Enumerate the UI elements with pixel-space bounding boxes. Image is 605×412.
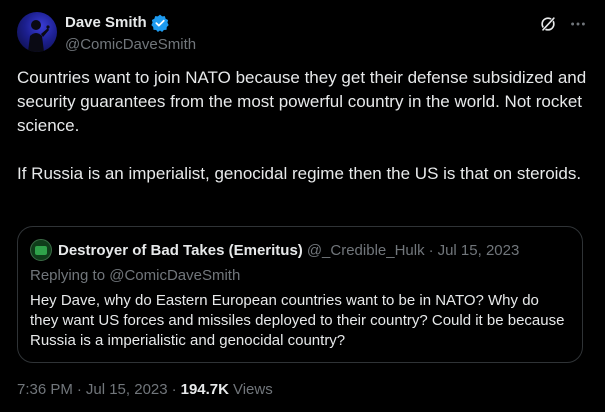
tweet-time[interactable]: 7:36 PM: [17, 381, 73, 398]
quoted-replying-to: Replying to @ComicDaveSmith: [30, 267, 240, 284]
views-label: Views: [232, 381, 273, 398]
author-handle[interactable]: @ComicDaveSmith: [65, 35, 196, 55]
author-avatar[interactable]: [17, 12, 57, 52]
replying-to-mention: @ComicDaveSmith: [109, 267, 241, 284]
more-icon[interactable]: [569, 15, 587, 33]
tweet-text: Countries want to join NATO because they…: [17, 68, 587, 183]
quoted-date: Jul 15, 2023: [437, 241, 520, 259]
tweet-date[interactable]: Jul 15, 2023: [86, 381, 168, 398]
author-display-name[interactable]: Dave Smith: [65, 13, 147, 33]
quoted-separator: ·: [428, 241, 434, 259]
quoted-tweet-text: Hey Dave, why do Eastern European countr…: [30, 292, 565, 349]
meta-separator: ·: [76, 381, 82, 398]
meta-separator-2: ·: [171, 381, 177, 398]
replying-to-prefix: Replying to: [30, 267, 106, 284]
verified-badge-icon: [151, 14, 169, 33]
quoted-author-name: Destroyer of Bad Takes (Emeritus): [58, 241, 303, 259]
grok-icon[interactable]: [539, 15, 557, 33]
header-actions: [539, 15, 587, 33]
quoted-author-handle: @_Credible_Hulk: [306, 241, 425, 259]
quoted-tweet[interactable]: Destroyer of Bad Takes (Emeritus) @_Cred…: [17, 226, 583, 363]
views-count[interactable]: 194.7K: [181, 381, 229, 398]
tweet-card: Dave Smith @ComicDaveSmith Countries wan…: [0, 0, 605, 412]
quoted-author-avatar: [30, 239, 52, 261]
quoted-tweet-header: Destroyer of Bad Takes (Emeritus) @_Cred…: [30, 239, 519, 261]
author-name-row: Dave Smith: [65, 13, 169, 33]
tweet-meta: 7:36 PM · Jul 15, 2023 · 194.7K Views: [17, 381, 273, 398]
